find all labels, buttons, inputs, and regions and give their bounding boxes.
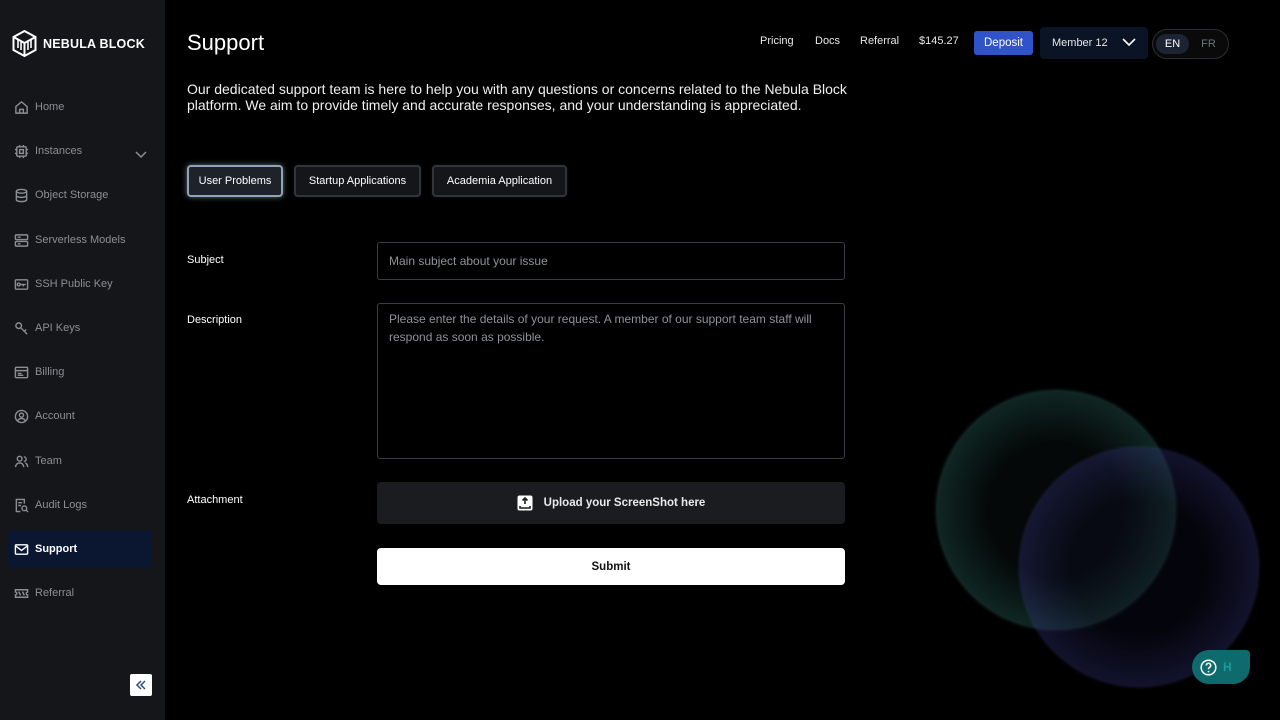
sidebar-item-instances[interactable]: Instances [8,132,152,170]
sidebar: NEBULA BLOCK Home Instances Object Stora… [0,0,165,720]
sidebar-item-ssh-public-key[interactable]: SSH Public Key [8,265,152,303]
brand-name: NEBULA BLOCK [43,36,145,51]
nebula-cube-icon [12,30,37,57]
tab-academia-application[interactable]: Academia Application [432,165,567,197]
sidebar-item-audit-logs[interactable]: Audit Logs [8,486,152,524]
sidebar-item-label: Audit Logs [35,499,87,511]
sidebar-item-label: Support [35,543,78,555]
home-icon [13,99,29,115]
sidebar-item-support[interactable]: Support [8,530,152,568]
member-dropdown[interactable]: Member 12 [1040,27,1148,59]
page-title: Support [187,30,265,55]
attachment-label: Attachment [187,494,243,506]
tab-startup-applications[interactable]: Startup Applications [294,165,421,197]
database-icon [13,187,29,203]
audit-icon [13,497,29,513]
member-name: Member 12 [1052,37,1108,49]
upload-label: Upload your ScreenShot here [543,497,706,509]
question-circle-icon [1200,658,1217,676]
docs-link[interactable]: Docs [815,35,840,47]
chevron-down-icon [1122,38,1136,47]
sidebar-item-label: Team [35,455,62,467]
team-icon [13,453,29,469]
upload-image-icon [517,495,533,511]
sidebar-item-team[interactable]: Team [8,442,152,480]
subject-input[interactable] [377,242,845,280]
sidebar-item-label: Object Storage [35,189,109,201]
chevron-down-icon[interactable] [135,146,147,159]
key-card-icon [13,276,29,292]
sidebar-item-label: API Keys [35,322,81,334]
balance-amount: $145.27 [919,35,959,47]
sidebar-item-billing[interactable]: Billing [8,353,152,391]
sidebar-item-label: Home [35,101,65,113]
double-chevron-left-icon [135,680,146,690]
sidebar-item-label: SSH Public Key [35,278,113,290]
upload-screenshot-button[interactable]: Upload your ScreenShot here [377,482,845,524]
lang-option-fr[interactable]: FR [1192,34,1225,54]
key-icon [13,320,29,336]
sidebar-item-serverless-models[interactable]: Serverless Models [8,221,152,259]
collapse-sidebar-button[interactable] [130,674,152,696]
mail-icon [13,541,29,557]
language-switch: EN FR [1152,29,1229,59]
deposit-button[interactable]: Deposit [974,31,1033,55]
chip-icon [13,143,29,159]
pricing-link[interactable]: Pricing [760,35,794,47]
description-label: Description [187,314,243,326]
user-circle-icon [13,408,29,424]
sidebar-item-label: Billing [35,366,65,378]
submit-button[interactable]: Submit [377,548,845,585]
billing-icon [13,364,29,380]
lang-option-en[interactable]: EN [1156,34,1189,54]
description-textarea[interactable] [377,303,845,459]
sidebar-item-account[interactable]: Account [8,397,152,435]
tab-user-problems[interactable]: User Problems [187,165,283,197]
sidebar-item-label: Referral [35,587,75,599]
ticket-icon [13,585,29,601]
intro-text: Our dedicated support team is here to he… [187,81,847,113]
server-icon [13,232,29,248]
sidebar-item-label: Instances [35,145,83,157]
sidebar-item-label: Account [35,410,75,422]
help-widget-button[interactable]: H [1192,650,1250,684]
sidebar-item-home[interactable]: Home [8,88,152,126]
help-label: H [1223,660,1232,674]
brand-logo[interactable]: NEBULA BLOCK [12,30,145,57]
sidebar-item-object-storage[interactable]: Object Storage [8,176,152,214]
subject-label: Subject [187,254,224,266]
sidebar-item-referral[interactable]: Referral [8,574,152,612]
sidebar-item-label: Serverless Models [35,234,126,246]
referral-link[interactable]: Referral [860,35,899,47]
sidebar-item-api-keys[interactable]: API Keys [8,309,152,347]
